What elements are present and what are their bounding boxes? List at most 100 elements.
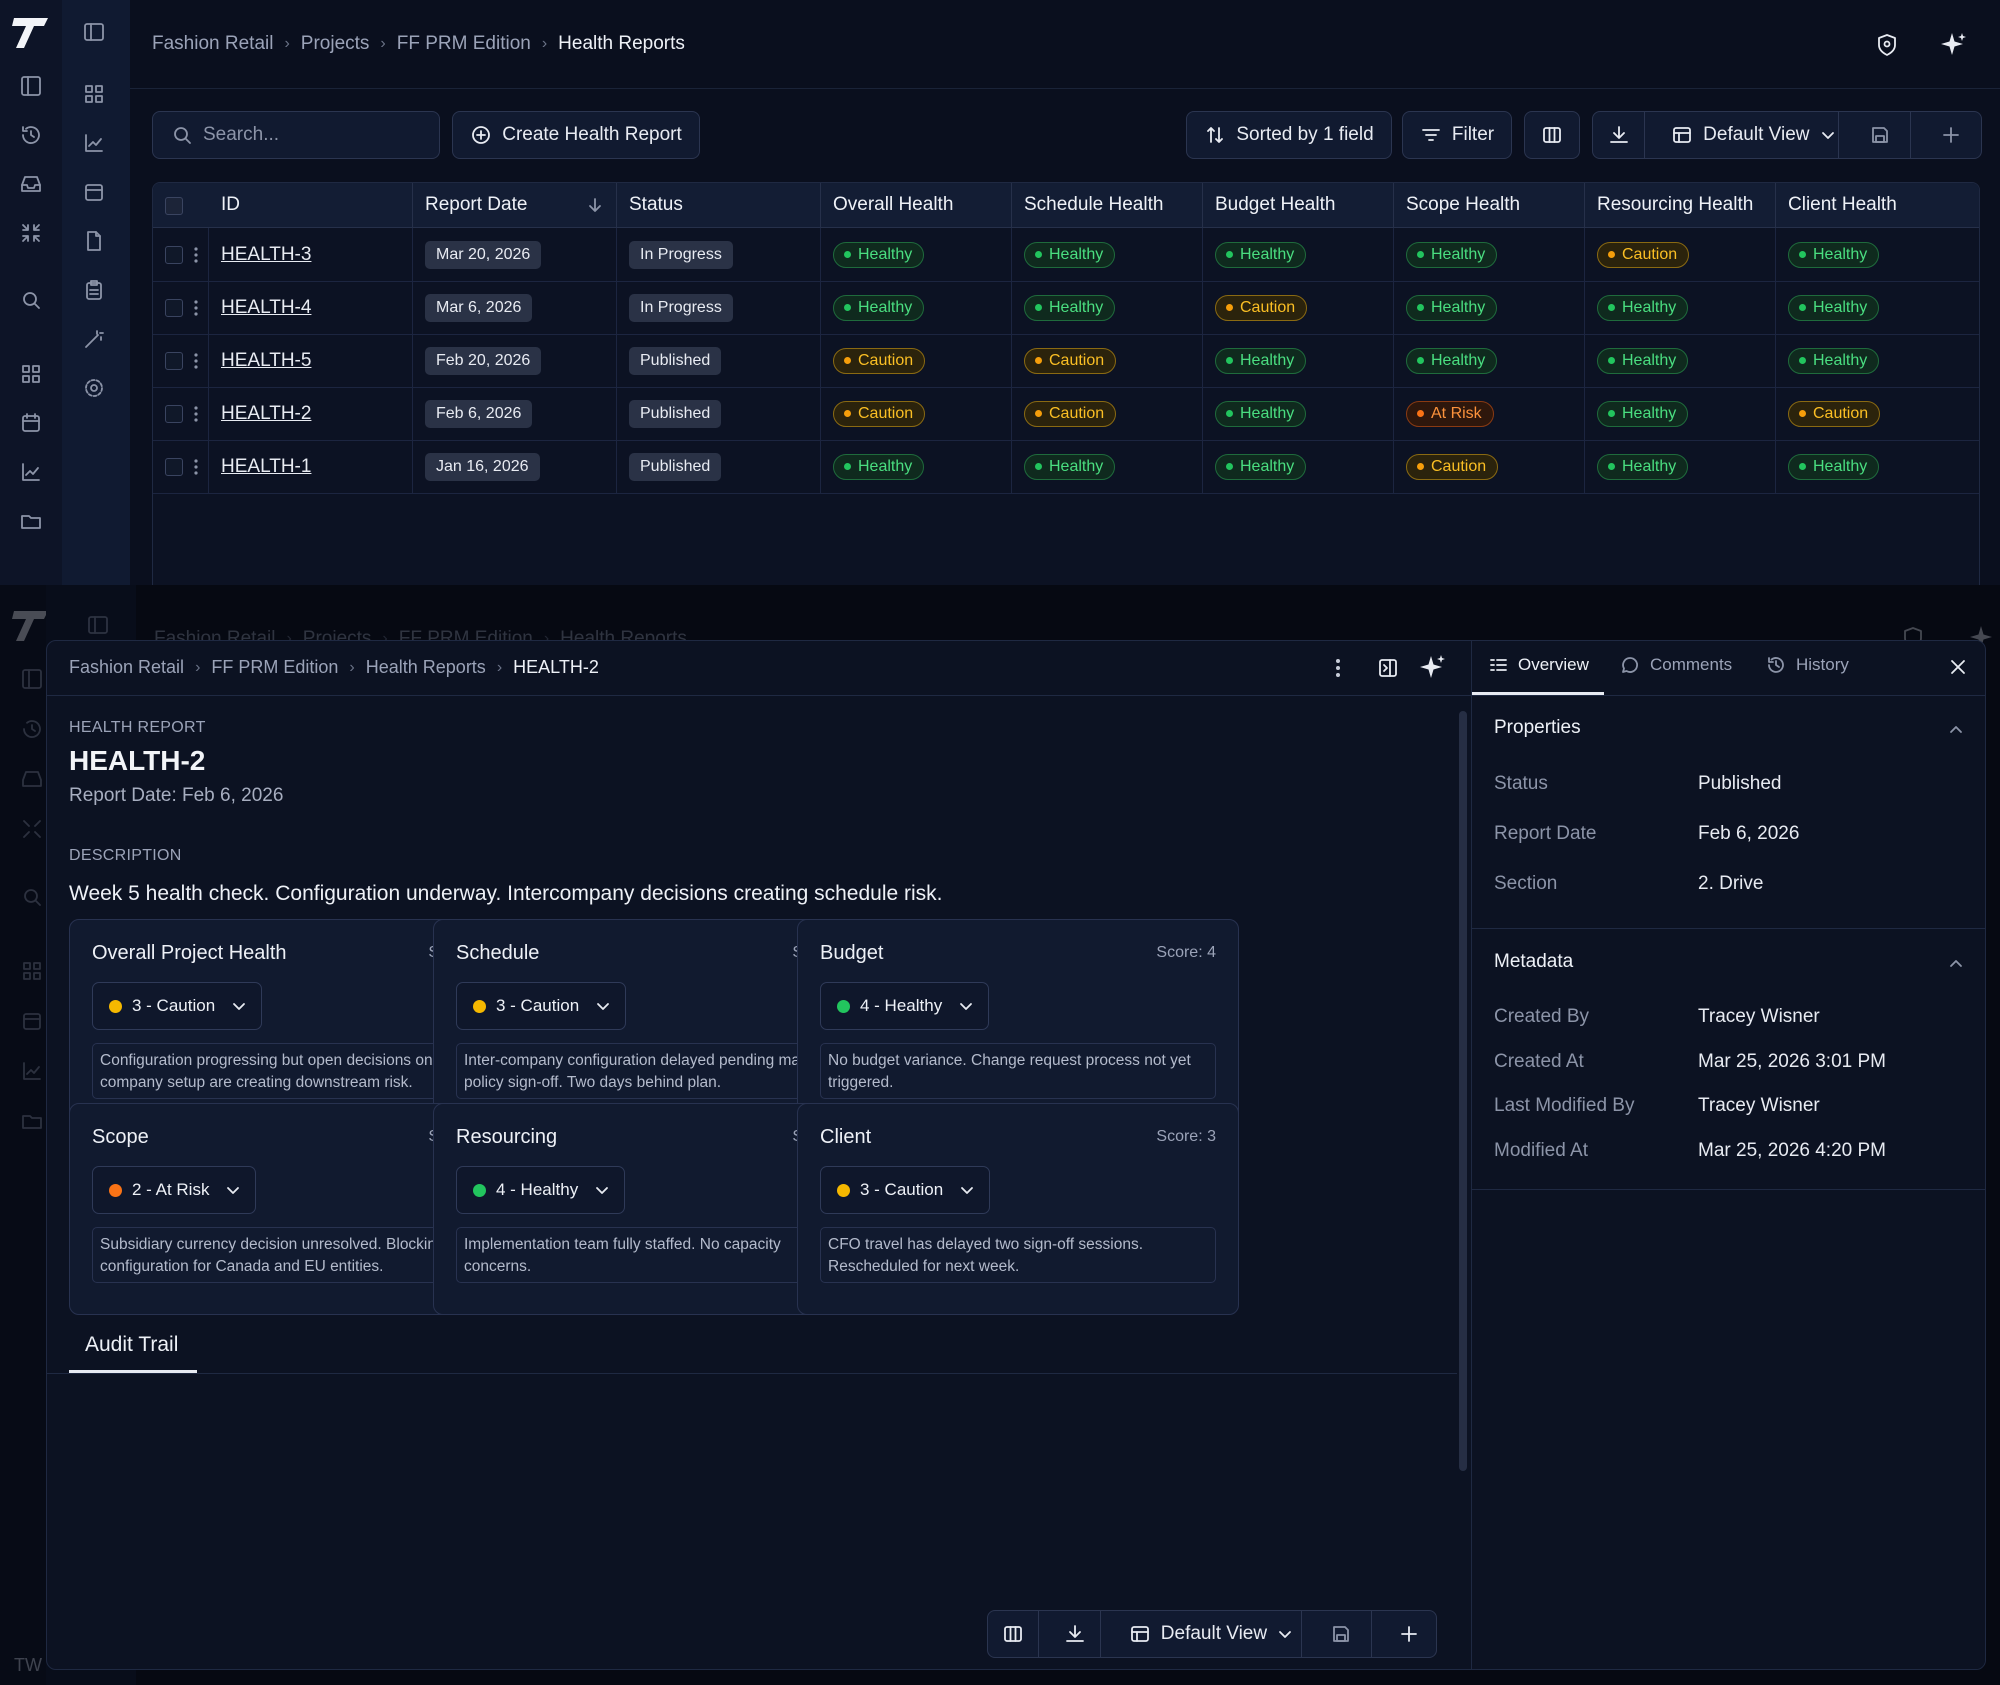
dashboard-icon[interactable] — [82, 82, 106, 106]
panel-icon[interactable] — [19, 74, 43, 98]
view-selector[interactable]: Default View — [1655, 112, 1840, 158]
property-value[interactable]: Tracey Wisner — [1698, 1095, 1820, 1117]
clipboard-icon[interactable] — [82, 278, 106, 302]
add-view-button[interactable] — [1921, 112, 1981, 158]
user-avatar[interactable]: TW — [14, 1655, 42, 1676]
column-header-status[interactable]: Status — [617, 183, 821, 227]
rating-note-field[interactable]: Implementation team fully staffed. No ca… — [456, 1227, 852, 1283]
settings-gear-icon[interactable] — [82, 376, 106, 400]
add-button[interactable] — [1382, 1611, 1436, 1657]
breadcrumb-item[interactable]: FF PRM Edition — [211, 657, 338, 678]
history-icon[interactable] — [19, 123, 43, 147]
inbox-icon[interactable] — [19, 172, 43, 196]
health-rating-select[interactable]: 3 - Caution — [820, 1166, 991, 1214]
row-checkbox[interactable] — [165, 245, 183, 264]
table-row[interactable]: HEALTH-5 Feb 20, 2026 Published Caution Caut… — [153, 334, 1979, 388]
sidebar-toggle-icon[interactable] — [86, 613, 110, 637]
breadcrumb-item[interactable]: Health Reports — [366, 657, 486, 678]
row-menu-icon[interactable] — [193, 458, 199, 476]
chart-icon[interactable] — [20, 1059, 44, 1083]
ai-sparkle-icon[interactable] — [1937, 30, 1967, 60]
column-header-scope[interactable]: Scope Health — [1394, 183, 1585, 227]
row-checkbox[interactable] — [165, 457, 183, 476]
save-view-button[interactable] — [1849, 112, 1911, 158]
column-header-report-date[interactable]: Report Date — [413, 183, 617, 227]
folder-icon[interactable] — [19, 509, 43, 533]
properties-section-title[interactable]: Properties — [1494, 717, 1581, 739]
column-header-schedule[interactable]: Schedule Health — [1012, 183, 1203, 227]
table-row[interactable]: HEALTH-1 Jan 16, 2026 Published Healthy Heal… — [153, 440, 1979, 494]
property-value[interactable]: Feb 6, 2026 — [1698, 823, 1799, 845]
calendar-icon[interactable] — [82, 180, 106, 204]
breadcrumb-item[interactable]: Fashion Retail — [69, 657, 184, 678]
rating-note-field[interactable]: No budget variance. Change request proce… — [820, 1043, 1216, 1099]
search-input[interactable]: Search... — [203, 124, 279, 146]
grid-icon[interactable] — [19, 362, 43, 386]
rating-note-field[interactable]: Subsidiary currency decision unresolved.… — [92, 1227, 488, 1283]
chart-icon[interactable] — [19, 460, 43, 484]
magic-wand-icon[interactable] — [82, 327, 106, 351]
tab-comments[interactable]: Comments — [1620, 655, 1732, 675]
property-value[interactable]: Tracey Wisner — [1698, 1006, 1820, 1028]
row-menu-icon[interactable] — [193, 246, 199, 264]
breadcrumb-item[interactable]: FF PRM Edition — [397, 33, 531, 55]
search-box[interactable]: Search... — [152, 111, 440, 159]
document-icon[interactable] — [82, 229, 106, 253]
chevron-up-icon[interactable] — [1948, 955, 1964, 971]
collapse-icon[interactable] — [19, 221, 43, 245]
toggle-side-panel-icon[interactable] — [1377, 657, 1399, 679]
save-view-button[interactable] — [1312, 1611, 1373, 1657]
tab-audit-trail[interactable]: Audit Trail — [85, 1333, 178, 1357]
sort-button[interactable]: Sorted by 1 field — [1186, 111, 1392, 159]
grid-icon[interactable] — [20, 959, 44, 983]
download-button[interactable] — [1593, 112, 1646, 158]
report-id-link[interactable]: HEALTH-2 — [221, 403, 311, 425]
report-id-link[interactable]: HEALTH-5 — [221, 350, 311, 372]
inbox-icon[interactable] — [20, 767, 44, 791]
create-health-report-button[interactable]: Create Health Report — [452, 111, 700, 159]
column-header-client[interactable]: Client Health — [1776, 183, 1979, 227]
download-button[interactable] — [1049, 1611, 1101, 1657]
close-icon[interactable] — [1948, 657, 1968, 677]
property-value[interactable]: Mar 25, 2026 4:20 PM — [1698, 1140, 1886, 1162]
more-options-icon[interactable] — [1333, 657, 1343, 679]
report-id-link[interactable]: HEALTH-4 — [221, 297, 311, 319]
columns-button[interactable] — [1524, 111, 1580, 159]
health-rating-select[interactable]: 2 - At Risk — [92, 1166, 257, 1214]
health-rating-select[interactable]: 3 - Caution — [92, 982, 263, 1030]
column-header-budget[interactable]: Budget Health — [1203, 183, 1394, 227]
tab-history[interactable]: History — [1766, 655, 1849, 675]
column-header-id[interactable]: ID — [209, 183, 413, 227]
rating-note-field[interactable]: CFO travel has delayed two sign-off sess… — [820, 1227, 1216, 1283]
report-id-link[interactable]: HEALTH-1 — [221, 456, 311, 478]
rating-note-field[interactable]: Inter-company configuration delayed pend… — [456, 1043, 852, 1099]
breadcrumb-item[interactable]: Projects — [301, 33, 370, 55]
breadcrumb-item[interactable]: Fashion Retail — [152, 33, 273, 55]
columns-button[interactable] — [988, 1611, 1040, 1657]
filter-button[interactable]: Filter — [1402, 111, 1512, 159]
health-rating-select[interactable]: 3 - Caution — [456, 982, 627, 1030]
tab-overview[interactable]: Overview — [1488, 655, 1589, 675]
property-value[interactable]: 2. Drive — [1698, 873, 1763, 895]
table-row[interactable]: HEALTH-4 Mar 6, 2026 In Progress Healthy Hea… — [153, 281, 1979, 335]
metadata-section-title[interactable]: Metadata — [1494, 951, 1573, 973]
view-selector[interactable]: Default View — [1111, 1611, 1302, 1657]
collapse-icon[interactable] — [20, 817, 44, 841]
row-menu-icon[interactable] — [193, 405, 199, 423]
analytics-icon[interactable] — [82, 131, 106, 155]
row-checkbox[interactable] — [165, 404, 183, 423]
health-rating-select[interactable]: 4 - Healthy — [456, 1166, 626, 1214]
panel-icon[interactable] — [20, 667, 44, 691]
ai-sparkle-icon[interactable] — [1417, 653, 1447, 683]
report-id-link[interactable]: HEALTH-3 — [221, 244, 311, 266]
search-icon[interactable] — [20, 885, 44, 909]
calendar-icon[interactable] — [19, 411, 43, 435]
calendar-icon[interactable] — [20, 1009, 44, 1033]
chevron-up-icon[interactable] — [1948, 721, 1964, 737]
table-row[interactable]: HEALTH-3 Mar 20, 2026 In Progress Healthy He… — [153, 228, 1979, 282]
history-icon[interactable] — [20, 717, 44, 741]
search-icon[interactable] — [19, 288, 43, 312]
select-all-checkbox[interactable] — [165, 197, 183, 215]
row-checkbox[interactable] — [165, 351, 183, 370]
sidebar-toggle-icon[interactable] — [82, 20, 106, 44]
